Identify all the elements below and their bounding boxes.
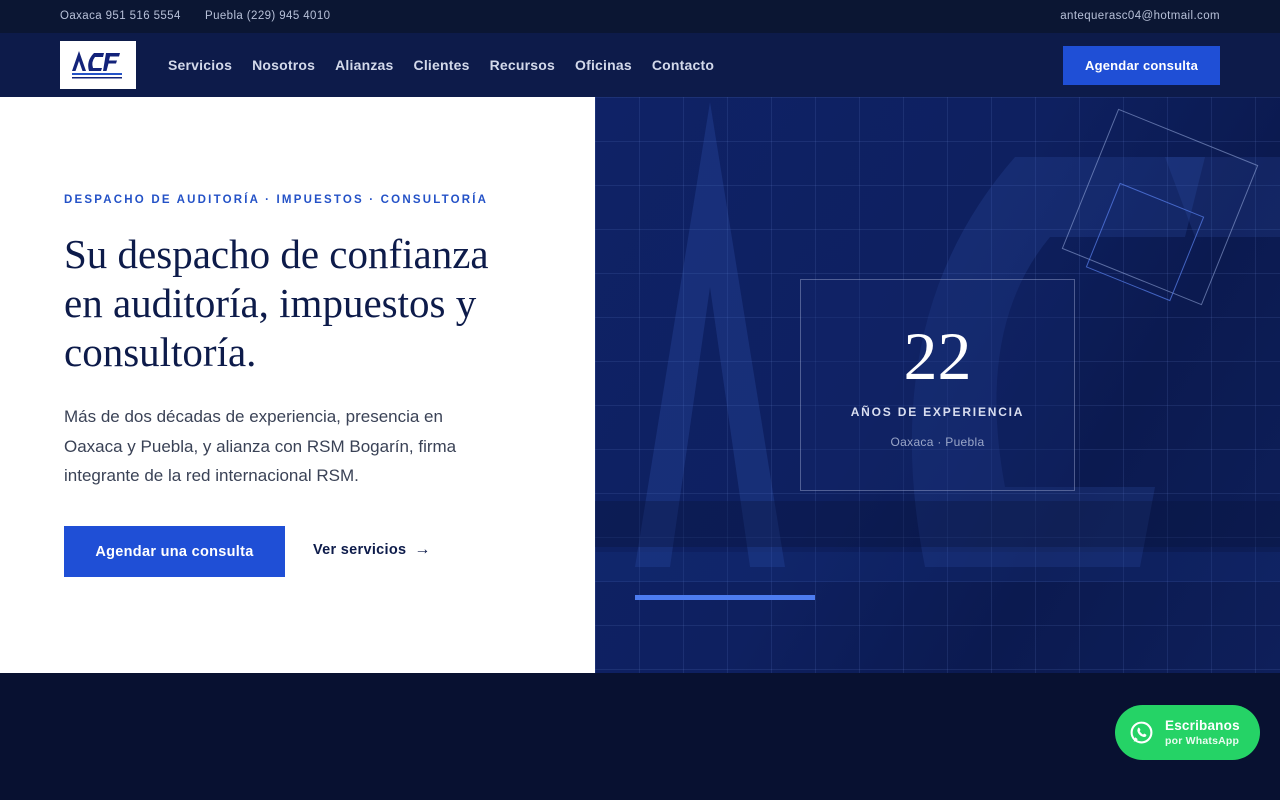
hero-headline: Su despacho de confianza en auditoría, i… bbox=[64, 231, 489, 375]
whatsapp-icon bbox=[1130, 721, 1153, 744]
years-number: 22 bbox=[903, 318, 972, 394]
whatsapp-subtitle: por WhatsApp bbox=[1165, 735, 1240, 747]
nav-recursos[interactable]: Recursos bbox=[490, 57, 555, 73]
acf-logo-icon bbox=[72, 51, 122, 79]
experience-stat-card: 22 AÑOS DE EXPERIENCIA Oaxaca · Puebla bbox=[800, 279, 1075, 491]
nav-servicios[interactable]: Servicios bbox=[168, 57, 232, 73]
email-link[interactable]: antequerasc04@hotmail.com bbox=[1060, 10, 1220, 22]
nav-alianzas[interactable]: Alianzas bbox=[335, 57, 393, 73]
hero-lead: Más de dos décadas de experiencia, prese… bbox=[64, 407, 457, 485]
nav-contacto[interactable]: Contacto bbox=[652, 57, 714, 73]
top-bar: Oaxaca 951 516 5554 Puebla (229) 945 401… bbox=[0, 0, 1280, 33]
arrow-right-icon: → bbox=[414, 541, 431, 558]
nav-oficinas[interactable]: Oficinas bbox=[575, 57, 632, 73]
view-services-label: Ver servicios bbox=[313, 542, 407, 558]
whatsapp-title: Escribanos bbox=[1165, 718, 1240, 733]
hero-text-panel: DESPACHO DE AUDITORÍA · IMPUESTOS · CONS… bbox=[0, 97, 595, 673]
nav-links: Servicios Nosotros Alianzas Clientes Rec… bbox=[168, 33, 714, 97]
company-logo[interactable] bbox=[60, 41, 136, 89]
hero-visual-panel: 22 AÑOS DE EXPERIENCIA Oaxaca · Puebla bbox=[595, 97, 1280, 673]
locations-label: Oaxaca · Puebla bbox=[890, 435, 985, 449]
main-navbar: Servicios Nosotros Alianzas Clientes Rec… bbox=[0, 33, 1280, 97]
phone-puebla[interactable]: Puebla (229) 945 4010 bbox=[205, 10, 330, 22]
whatsapp-button[interactable]: Escribanos por WhatsApp bbox=[1115, 705, 1260, 760]
hero-eyebrow: DESPACHO DE AUDITORÍA · IMPUESTOS · CONS… bbox=[64, 194, 489, 206]
nav-nosotros[interactable]: Nosotros bbox=[252, 57, 315, 73]
schedule-consultation-button[interactable]: Agendar una consulta bbox=[64, 526, 285, 577]
phone-oaxaca[interactable]: Oaxaca 951 516 5554 bbox=[60, 10, 181, 22]
accent-bar bbox=[635, 595, 815, 600]
next-section bbox=[0, 673, 1280, 800]
view-services-link[interactable]: Ver servicios → bbox=[313, 541, 431, 559]
years-label: AÑOS DE EXPERIENCIA bbox=[850, 405, 1025, 419]
nav-clientes[interactable]: Clientes bbox=[414, 57, 470, 73]
schedule-consult-button[interactable]: Agendar consulta bbox=[1063, 46, 1220, 85]
